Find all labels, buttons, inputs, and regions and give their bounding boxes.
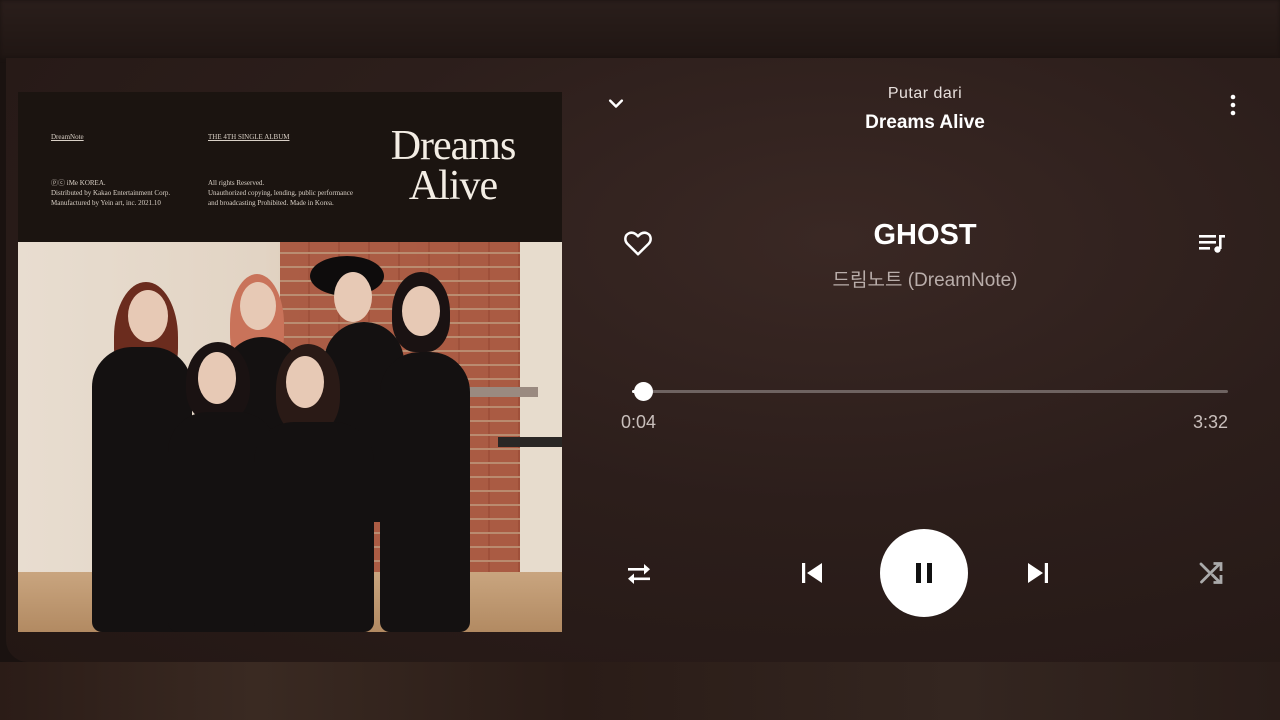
total-duration: 3:32	[1192, 412, 1228, 432]
background-blur-bottom	[0, 662, 1280, 720]
elapsed-time: 0:04	[621, 412, 657, 432]
member-figure	[380, 352, 470, 632]
album-art-title: Dreams Alive	[358, 123, 548, 209]
album-art-title-line2: Alive	[408, 163, 498, 209]
member-face	[286, 356, 324, 408]
playing-from-name[interactable]: Dreams Alive	[780, 112, 1070, 134]
progress-bar[interactable]	[632, 382, 1228, 401]
member-figure	[254, 422, 374, 632]
album-art-credits-left: ⓟⓒ iMe KOREA. Distributed by Kakao Enter…	[51, 179, 171, 207]
album-art: DreamNote THE 4TH SINGLE ALBUM ⓟⓒ iMe KO…	[18, 92, 562, 632]
album-art-single-label: THE 4TH SINGLE ALBUM	[208, 133, 290, 141]
album-art-title-line1: Dreams	[390, 123, 517, 169]
queue-music-icon[interactable]	[1194, 227, 1230, 259]
song-artist[interactable]: 드림노트 (DreamNote)	[760, 265, 1090, 292]
member-face	[334, 272, 372, 322]
heart-outline-icon[interactable]	[620, 225, 656, 261]
album-art-banner: DreamNote THE 4TH SINGLE ALBUM ⓟⓒ iMe KO…	[18, 92, 562, 242]
album-art-photo	[18, 242, 562, 632]
shuffle-icon[interactable]	[1194, 556, 1228, 590]
more-vert-icon[interactable]	[1218, 90, 1248, 120]
member-face	[402, 286, 440, 336]
skip-next-icon[interactable]	[1020, 556, 1056, 590]
pause-button[interactable]	[880, 529, 968, 617]
song-title: GHOST	[873, 219, 977, 251]
album-art-brand: DreamNote	[51, 133, 84, 141]
playing-from-label: Putar dari	[887, 85, 963, 102]
album-art-credits-right: All rights Reserved. Unauthorized copyin…	[208, 179, 354, 207]
background-blur-top	[0, 0, 1280, 58]
skip-previous-icon[interactable]	[794, 556, 830, 590]
member-face	[240, 282, 276, 330]
repeat-icon[interactable]	[622, 558, 656, 590]
mantel-shelf	[458, 387, 538, 397]
member-face	[128, 290, 168, 342]
pause-icon	[916, 563, 932, 583]
mantel-shelf-lower	[498, 437, 562, 447]
member-face	[198, 352, 236, 404]
chevron-down-icon[interactable]	[600, 88, 632, 120]
